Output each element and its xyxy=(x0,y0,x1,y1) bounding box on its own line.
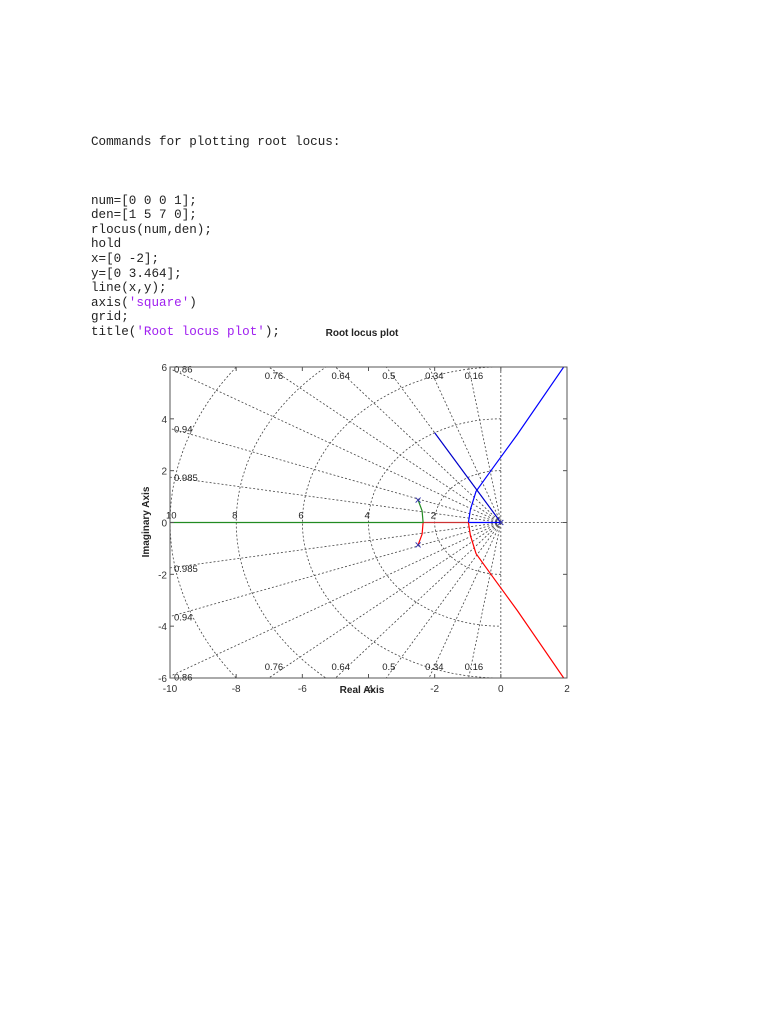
chart-title: Root locus plot xyxy=(326,328,399,339)
damping-label: 0.64 xyxy=(331,371,350,382)
x-tick-label: 2 xyxy=(564,684,570,695)
y-tick-label: -6 xyxy=(158,674,167,685)
damping-label: 0.5 xyxy=(382,371,395,382)
damping-line xyxy=(170,476,501,523)
damping-label: 0.94 xyxy=(174,613,193,624)
damping-line xyxy=(385,522,502,678)
frequency-label: 2 xyxy=(431,511,436,522)
damping-line xyxy=(428,367,502,523)
x-tick-label: 0 xyxy=(498,684,504,695)
frequency-label: 10 xyxy=(166,511,177,522)
frequency-label: 6 xyxy=(298,511,303,522)
x-tick-label: -2 xyxy=(430,684,439,695)
damping-label: 0.16 xyxy=(465,662,484,673)
damping-label: 0.16 xyxy=(465,371,484,382)
grid-labels: 0.16 0.16 0.34 0.34 0.5 0.5 0.64 0.64 0.76 0.76 0.… xyxy=(166,365,483,684)
damping-label: 0.5 xyxy=(382,662,395,673)
y-axis-label: Imaginary Axis xyxy=(141,486,152,557)
damping-label: 0.34 xyxy=(425,662,444,673)
damping-label: 0.985 xyxy=(174,473,198,484)
damping-line xyxy=(170,368,502,523)
pole-marker xyxy=(415,542,421,548)
damping-label: 0.94 xyxy=(174,424,193,435)
x-tick-label: -6 xyxy=(298,684,307,695)
y-tick-label: 4 xyxy=(161,415,167,426)
x-axis-label: Real Axis xyxy=(340,685,385,696)
frequency-label: 4 xyxy=(365,511,370,522)
frequency-label: 8 xyxy=(232,511,237,522)
loci xyxy=(170,367,565,678)
damping-line xyxy=(268,367,502,523)
y-tick-label: -4 xyxy=(158,622,167,633)
damping-line xyxy=(268,522,502,678)
axis-ticks: -10 -8 -6 -4 -2 0 2-6-4-20246 xyxy=(158,363,570,695)
damping-label: 0.64 xyxy=(331,662,350,673)
pole-marker xyxy=(415,497,421,503)
root-locus-chart: Root locus plot 0.160.160.340.340.50.50.… xyxy=(141,328,570,696)
x-tick-label: -10 xyxy=(163,684,178,695)
y-tick-label: 2 xyxy=(161,467,167,478)
damping-line xyxy=(170,522,502,677)
y-tick-label: -2 xyxy=(158,570,167,581)
damping-label: 0.76 xyxy=(265,662,284,673)
damping-label: 0.34 xyxy=(425,371,444,382)
damping-line xyxy=(170,522,501,569)
x-tick-label: -8 xyxy=(232,684,241,695)
damping-label: 0.76 xyxy=(265,371,284,382)
damping-label: 0.985 xyxy=(174,564,198,575)
locus-green xyxy=(170,499,424,524)
locus-blue xyxy=(467,367,565,524)
y-tick-label: 0 xyxy=(161,519,167,530)
locus-red xyxy=(467,522,565,678)
y-tick-label: 6 xyxy=(161,363,167,374)
added-line xyxy=(434,432,502,523)
damping-label: 0.86 xyxy=(174,365,193,376)
damping-line xyxy=(428,522,502,678)
